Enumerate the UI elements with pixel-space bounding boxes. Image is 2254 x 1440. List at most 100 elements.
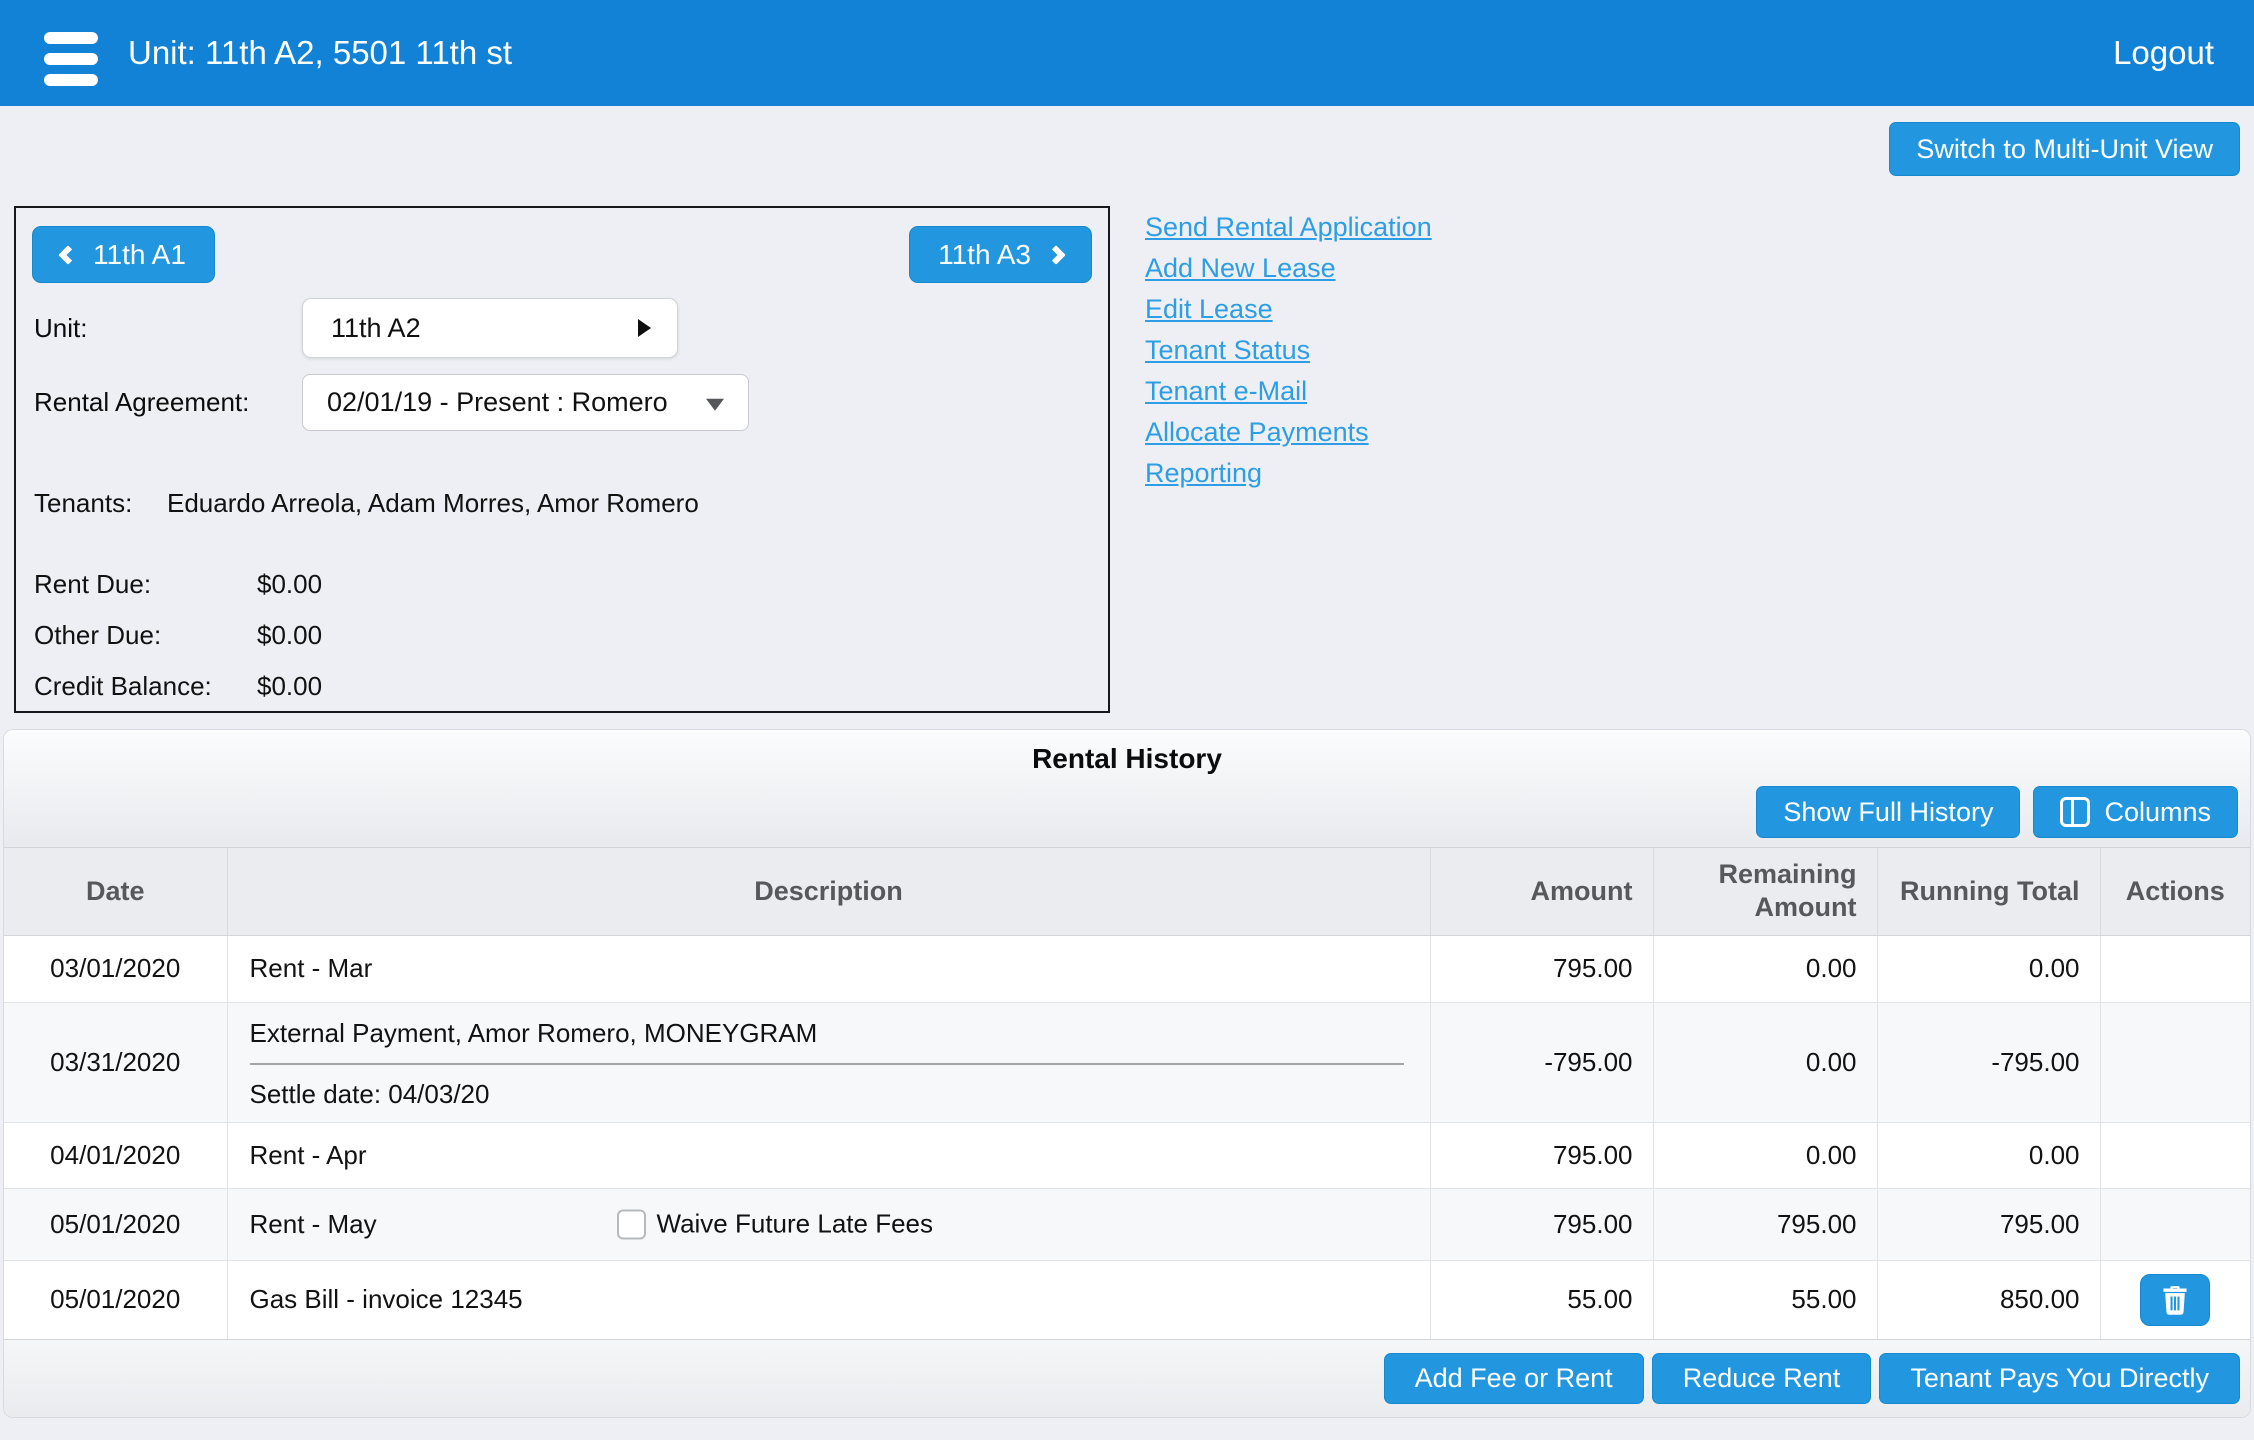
payment-description: External Payment, Amor Romero, MONEYGRAM xyxy=(250,1016,1430,1050)
link-allocate-payments[interactable]: Allocate Payments xyxy=(1145,412,1369,453)
column-header-actions[interactable]: Actions xyxy=(2100,848,2250,935)
trash-icon xyxy=(2161,1285,2189,1315)
rental-history-title: Rental History xyxy=(4,730,2250,775)
row-running-total: 0.00 xyxy=(1877,935,2100,1002)
unit-summary-panel: 11th A1 11th A3 Unit: 11th A2 Rental Agr… xyxy=(14,206,1110,713)
table-row: 03/01/2020 Rent - Mar 795.00 0.00 0.00 xyxy=(4,935,2250,1002)
row-description: Rent - Mar xyxy=(227,935,1430,1002)
rental-agreement-dropdown[interactable]: 02/01/19 - Present : Romero xyxy=(302,374,749,431)
row-date: 05/01/2020 xyxy=(4,1260,227,1339)
link-add-new-lease[interactable]: Add New Lease xyxy=(1145,248,1336,289)
credit-balance-value: $0.00 xyxy=(257,670,322,702)
waive-future-late-fees-checkbox[interactable] xyxy=(617,1209,646,1239)
description-divider xyxy=(250,1063,1404,1065)
row-running-total: 0.00 xyxy=(1877,1122,2100,1188)
column-header-amount[interactable]: Amount xyxy=(1430,848,1653,935)
tenant-pays-you-directly-button[interactable]: Tenant Pays You Directly xyxy=(1879,1353,2240,1404)
triangle-right-icon xyxy=(638,319,651,337)
rental-history-footer: Add Fee or Rent Reduce Rent Tenant Pays … xyxy=(4,1339,2250,1417)
show-full-history-button[interactable]: Show Full History xyxy=(1756,786,2020,838)
settle-date: Settle date: 04/03/20 xyxy=(250,1077,1430,1111)
row-amount: 795.00 xyxy=(1430,1122,1653,1188)
other-due-value: $0.00 xyxy=(257,619,322,651)
column-header-remaining-amount[interactable]: Remaining Amount xyxy=(1653,848,1877,935)
add-fee-or-rent-button[interactable]: Add Fee or Rent xyxy=(1384,1353,1644,1404)
table-row: 05/01/2020 Rent - May Waive Future Late … xyxy=(4,1188,2250,1260)
link-tenant-email[interactable]: Tenant e-Mail xyxy=(1145,371,1307,412)
row-remaining-amount: 55.00 xyxy=(1653,1260,1877,1339)
rent-due-value: $0.00 xyxy=(257,568,322,600)
link-edit-lease[interactable]: Edit Lease xyxy=(1145,289,1273,330)
row-actions xyxy=(2100,1122,2250,1188)
hamburger-bar xyxy=(44,32,98,44)
logout-button[interactable]: Logout xyxy=(2113,0,2214,106)
switch-multi-unit-view-button[interactable]: Switch to Multi-Unit View xyxy=(1889,122,2240,176)
waive-late-fees-group: Waive Future Late Fees xyxy=(617,1209,934,1240)
tenants-value: Eduardo Arreola, Adam Morres, Amor Romer… xyxy=(167,487,699,519)
row-amount: -795.00 xyxy=(1430,1002,1653,1122)
prev-unit-label: 11th A1 xyxy=(93,239,186,271)
next-unit-button[interactable]: 11th A3 xyxy=(909,226,1092,283)
row-remaining-amount: 0.00 xyxy=(1653,1002,1877,1122)
chevron-left-icon xyxy=(58,245,78,265)
link-tenant-status[interactable]: Tenant Status xyxy=(1145,330,1310,371)
row-date: 05/01/2020 xyxy=(4,1188,227,1260)
column-header-date[interactable]: Date xyxy=(4,848,227,935)
rent-due-label: Rent Due: xyxy=(34,568,151,600)
hamburger-bar xyxy=(44,53,98,65)
row-description: External Payment, Amor Romero, MONEYGRAM… xyxy=(228,1004,1430,1121)
row-amount: 795.00 xyxy=(1430,1188,1653,1260)
table-row: 03/31/2020 External Payment, Amor Romero… xyxy=(4,1002,2250,1122)
next-unit-label: 11th A3 xyxy=(938,239,1031,271)
triangle-down-icon xyxy=(706,398,724,410)
row-remaining-amount: 0.00 xyxy=(1653,935,1877,1002)
row-actions xyxy=(2100,1260,2250,1339)
hamburger-bar xyxy=(44,74,98,86)
row-description: Rent - May xyxy=(250,1209,377,1239)
columns-button[interactable]: Columns xyxy=(2033,786,2238,838)
table-row: 05/01/2020 Gas Bill - invoice 12345 55.0… xyxy=(4,1260,2250,1339)
rental-history-header: Rental History Show Full History Columns xyxy=(4,730,2250,848)
delete-row-button[interactable] xyxy=(2140,1274,2210,1326)
row-remaining-amount: 795.00 xyxy=(1653,1188,1877,1260)
credit-balance-label: Credit Balance: xyxy=(34,670,212,702)
rental-history-table: Date Description Amount Remaining Amount… xyxy=(4,848,2250,1339)
row-running-total: -795.00 xyxy=(1877,1002,2100,1122)
row-actions xyxy=(2100,1002,2250,1122)
link-reporting[interactable]: Reporting xyxy=(1145,453,1262,494)
unit-picker[interactable]: 11th A2 xyxy=(302,298,678,358)
table-row: 04/01/2020 Rent - Apr 795.00 0.00 0.00 xyxy=(4,1122,2250,1188)
row-date: 03/01/2020 xyxy=(4,935,227,1002)
unit-picker-value: 11th A2 xyxy=(331,299,421,357)
row-date: 04/01/2020 xyxy=(4,1122,227,1188)
reduce-rent-button[interactable]: Reduce Rent xyxy=(1652,1353,1872,1404)
row-amount: 795.00 xyxy=(1430,935,1653,1002)
row-description: Gas Bill - invoice 12345 xyxy=(227,1260,1430,1339)
row-description: Rent - Apr xyxy=(227,1122,1430,1188)
top-header-bar: Unit: 11th A2, 5501 11th st Logout xyxy=(0,0,2254,106)
column-header-running-total[interactable]: Running Total xyxy=(1877,848,2100,935)
other-due-label: Other Due: xyxy=(34,619,161,651)
rental-history-section: Rental History Show Full History Columns… xyxy=(4,730,2250,1417)
column-header-description[interactable]: Description xyxy=(227,848,1430,935)
tenants-label: Tenants: xyxy=(34,487,132,519)
hamburger-menu-icon[interactable] xyxy=(44,32,98,95)
quick-links-menu: Send Rental Application Add New Lease Ed… xyxy=(1145,207,1432,494)
columns-icon xyxy=(2060,797,2090,827)
waive-future-late-fees-label: Waive Future Late Fees xyxy=(657,1209,934,1240)
rental-agreement-value: 02/01/19 - Present : Romero xyxy=(327,375,668,430)
row-date: 03/31/2020 xyxy=(4,1002,227,1122)
row-remaining-amount: 0.00 xyxy=(1653,1122,1877,1188)
rental-agreement-label: Rental Agreement: xyxy=(34,386,249,418)
row-actions xyxy=(2100,935,2250,1002)
unit-field-label: Unit: xyxy=(34,312,87,344)
prev-unit-button[interactable]: 11th A1 xyxy=(32,226,215,283)
row-amount: 55.00 xyxy=(1430,1260,1653,1339)
link-send-rental-application[interactable]: Send Rental Application xyxy=(1145,207,1432,248)
row-running-total: 850.00 xyxy=(1877,1260,2100,1339)
table-header-row: Date Description Amount Remaining Amount… xyxy=(4,848,2250,935)
page-title: Unit: 11th A2, 5501 11th st xyxy=(128,0,512,106)
row-actions xyxy=(2100,1188,2250,1260)
chevron-right-icon xyxy=(1046,245,1066,265)
row-running-total: 795.00 xyxy=(1877,1188,2100,1260)
